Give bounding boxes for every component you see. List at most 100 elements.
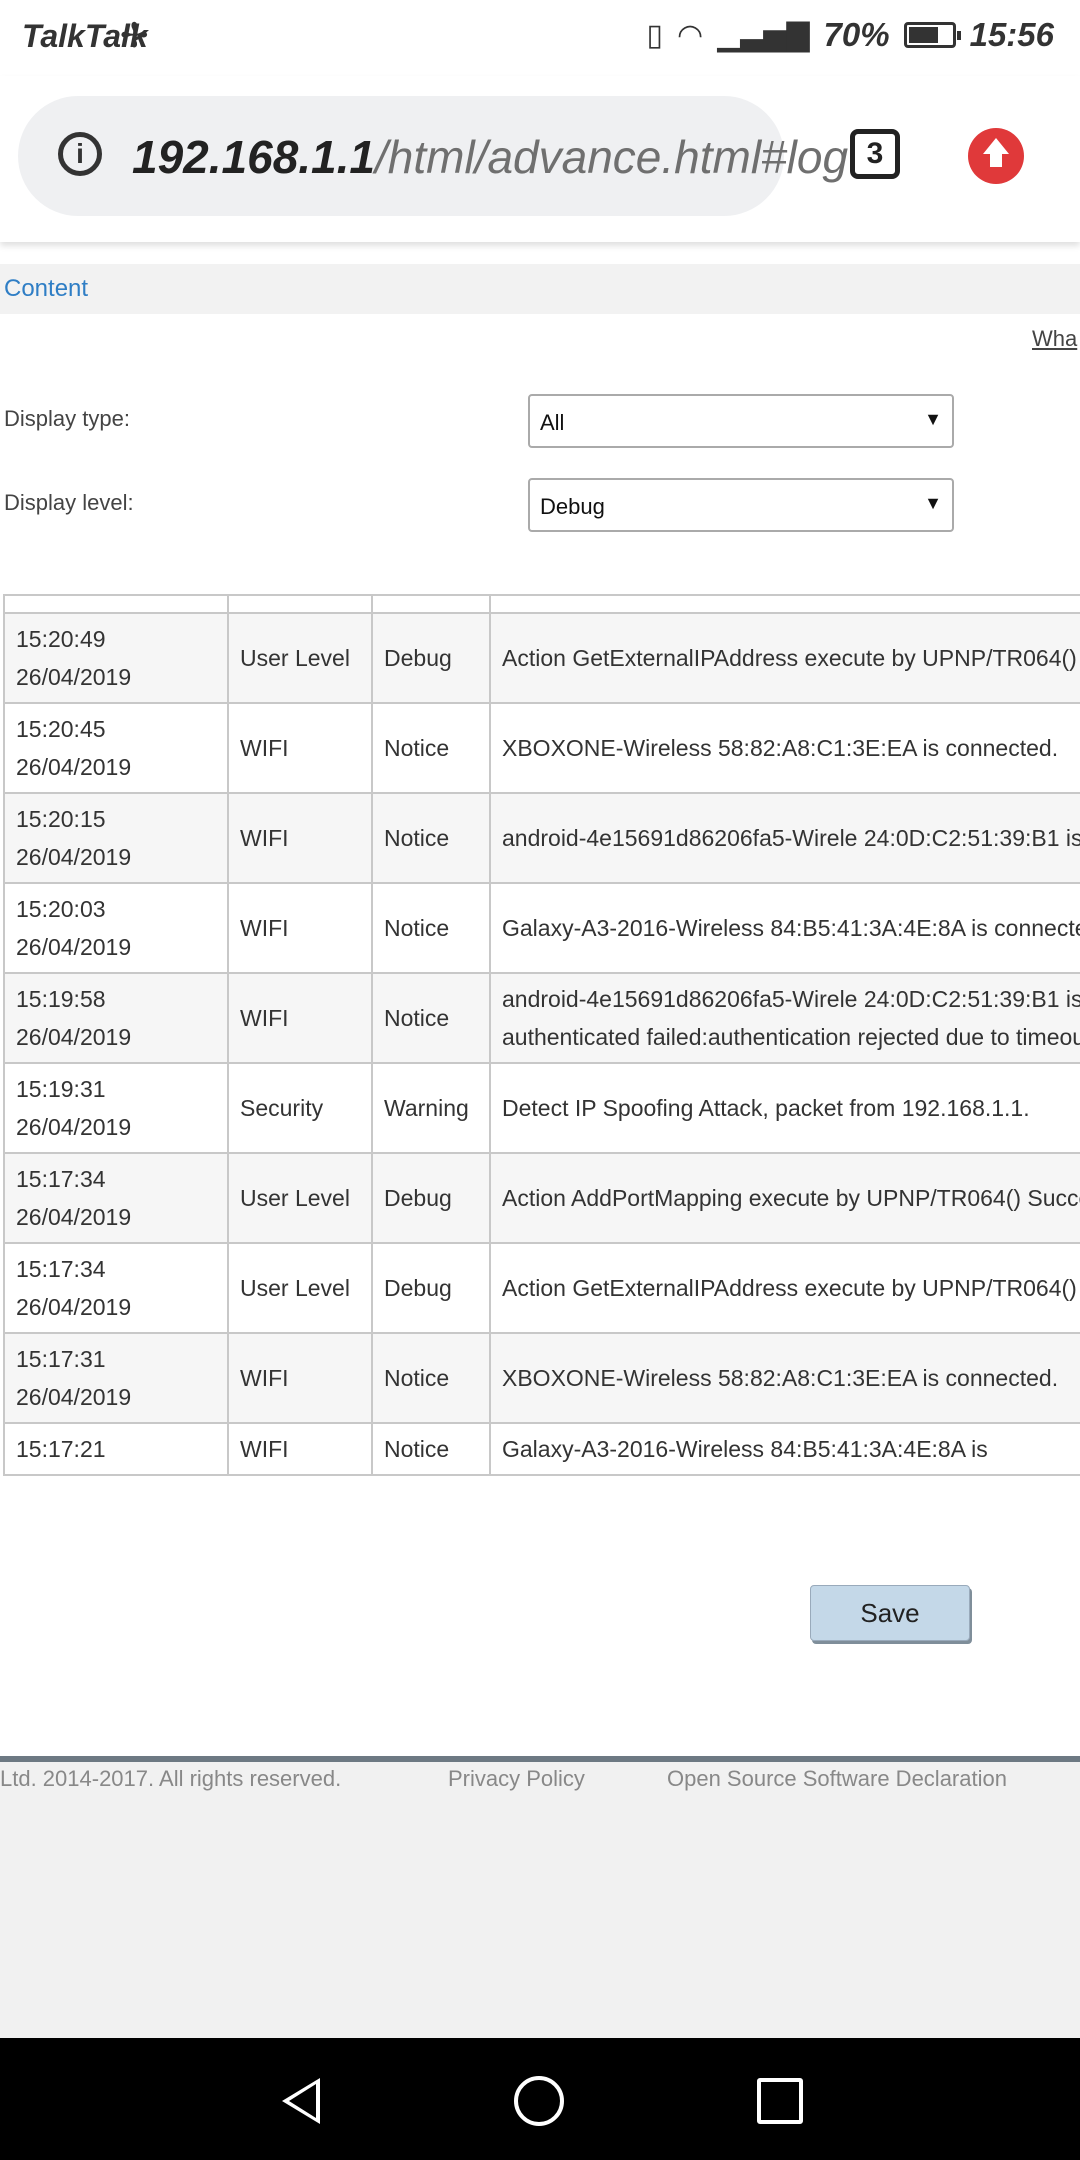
- log-type: WIFI: [227, 972, 373, 1064]
- log-row: 15:17:34 26/04/2019 User Level Debug Action …: [3, 1242, 1080, 1334]
- display-level-select[interactable]: Debug ▼: [528, 478, 954, 532]
- save-button[interactable]: Save: [810, 1585, 970, 1641]
- log-type: WIFI: [227, 1422, 373, 1476]
- wifi-icon: ◠: [677, 18, 704, 52]
- log-row: 15:20:15 26/04/2019 WIFI Notice android-4e15…: [3, 792, 1080, 884]
- log-level: Notice: [371, 882, 491, 974]
- log-type: User Level: [227, 612, 373, 704]
- log-time: 15:20:49: [16, 626, 106, 652]
- log-type: Security: [227, 1062, 373, 1154]
- url-host: 192.168.1.1: [132, 131, 376, 183]
- log-time: 15:20:15: [16, 806, 106, 832]
- log-row: 15:20:45 26/04/2019 WIFI Notice XBOXONE-Wire…: [3, 702, 1080, 794]
- footer: [0, 1762, 1080, 2038]
- log-type: WIFI: [227, 882, 373, 974]
- log-row: 15:20:49 26/04/2019 User Level Debug Action …: [3, 612, 1080, 704]
- battery-percent: 70%: [823, 16, 890, 53]
- log-message: android-4e15691d86206fa5-Wirele 24:0D:C2…: [489, 972, 1080, 1064]
- log-level: Notice: [371, 1422, 491, 1476]
- log-type: WIFI: [227, 792, 373, 884]
- back-icon-inner: [289, 2084, 316, 2118]
- log-type: User Level: [227, 1152, 373, 1244]
- log-timestamp: 15:17:34 26/04/2019: [3, 1152, 229, 1244]
- log-level: Warning: [371, 1062, 491, 1154]
- log-type: User Level: [227, 1242, 373, 1334]
- log-level: Notice: [371, 972, 491, 1064]
- log-type: WIFI: [227, 702, 373, 794]
- url-text[interactable]: 192.168.1.1/html/advance.html#log: [132, 130, 848, 184]
- url-path: /html/advance.html#log: [375, 131, 849, 183]
- display-type-select[interactable]: All ▼: [528, 394, 954, 448]
- display-level-value: Debug: [540, 494, 605, 519]
- log-level: Debug: [371, 612, 491, 704]
- clock: 15:56: [969, 16, 1054, 53]
- log-date: 26/04/2019: [16, 1204, 132, 1230]
- log-date: 26/04/2019: [16, 1294, 132, 1320]
- signal-icon: ▁▃▅▇: [717, 18, 810, 52]
- log-message: Galaxy-A3-2016-Wireless 84:B5:41:3A:4E:8…: [489, 882, 1080, 974]
- display-type-value: All: [540, 410, 565, 435]
- log-time: 15:19:58: [16, 986, 106, 1012]
- log-row: 15:17:31 26/04/2019 WIFI Notice XBOXONE-Wire…: [3, 1332, 1080, 1424]
- open-source-link[interactable]: Open Source Software Declaration: [667, 1766, 1007, 1792]
- pinwheel-icon: ✢: [120, 17, 149, 55]
- log-date: 26/04/2019: [16, 1384, 132, 1410]
- log-time: 15:20:03: [16, 896, 106, 922]
- log-row: 15:20:03 26/04/2019 WIFI Notice Galaxy-A3-20…: [3, 882, 1080, 974]
- log-timestamp: 15:20:15 26/04/2019: [3, 792, 229, 884]
- log-row: 15:19:31 26/04/2019 Security Warning Detect …: [3, 1062, 1080, 1154]
- content-nav-bar: Content: [0, 264, 1080, 314]
- log-row: 15:19:58 26/04/2019 WIFI Notice android-4e15…: [3, 972, 1080, 1064]
- log-level: Notice: [371, 702, 491, 794]
- battery-level: [908, 27, 938, 43]
- log-message: Detect IP Spoofing Attack, packet from 1…: [489, 1062, 1080, 1154]
- privacy-policy-link[interactable]: Privacy Policy: [448, 1766, 585, 1792]
- log-level: Debug: [371, 1152, 491, 1244]
- log-timestamp: 15:17:21: [3, 1422, 229, 1476]
- tab-switcher-button[interactable]: 3: [850, 129, 900, 179]
- info-icon[interactable]: i: [58, 132, 102, 176]
- log-timestamp: 15:20:03 26/04/2019: [3, 882, 229, 974]
- log-level: Notice: [371, 792, 491, 884]
- content-link[interactable]: Content: [4, 275, 88, 303]
- log-time: 15:17:21: [16, 1436, 106, 1462]
- log-message: Action GetExternalIPAddress execute by U…: [489, 1242, 1080, 1334]
- log-level: Debug: [371, 1242, 491, 1334]
- log-table-scroll[interactable]: 15:20:49 26/04/2019 User Level Debug Action …: [0, 594, 1080, 1544]
- log-type: WIFI: [227, 1332, 373, 1424]
- update-arrow-icon[interactable]: [968, 128, 1024, 184]
- log-time: 15:17:34: [16, 1256, 106, 1282]
- browser-toolbar: i 192.168.1.1/html/advance.html#log 3: [0, 76, 1080, 242]
- chevron-down-icon: ▼: [924, 493, 942, 513]
- status-icons: ▯ ◠ ▁▃▅▇ 70% 15:56: [647, 16, 1054, 54]
- log-time: 15:17:34: [16, 1166, 106, 1192]
- log-date: 26/04/2019: [16, 934, 132, 960]
- log-message: XBOXONE-Wireless 58:82:A8:C1:3E:EA is co…: [489, 702, 1080, 794]
- log-message: Galaxy-A3-2016-Wireless 84:B5:41:3A:4E:8…: [489, 1422, 1080, 1476]
- status-bar: TalkTalk ✢ ▯ ◠ ▁▃▅▇ 70% 15:56: [0, 0, 1080, 76]
- log-time: 15:17:31: [16, 1346, 106, 1372]
- log-date: 26/04/2019: [16, 1114, 132, 1140]
- log-date: 26/04/2019: [16, 844, 132, 870]
- log-timestamp: 15:20:45 26/04/2019: [3, 702, 229, 794]
- help-link[interactable]: Wha: [1032, 326, 1077, 352]
- log-timestamp: 15:17:31 26/04/2019: [3, 1332, 229, 1424]
- log-timestamp: 15:19:31 26/04/2019: [3, 1062, 229, 1154]
- log-time: 15:20:45: [16, 716, 106, 742]
- battery-icon: [903, 22, 961, 48]
- log-message: Action GetExternalIPAddress execute by U…: [489, 612, 1080, 704]
- address-bar[interactable]: i 192.168.1.1/html/advance.html#log: [18, 96, 848, 216]
- log-date: 26/04/2019: [16, 1024, 132, 1050]
- copyright-text: Ltd. 2014-2017. All rights reserved.: [0, 1766, 342, 1791]
- log-message: android-4e15691d86206fa5-Wirele 24:0D:C2…: [489, 792, 1080, 884]
- log-table: 15:20:49 26/04/2019 User Level Debug Action …: [3, 594, 1080, 1476]
- log-timestamp: 15:17:34 26/04/2019: [3, 1242, 229, 1334]
- display-type-label: Display type:: [4, 406, 130, 431]
- log-date: 26/04/2019: [16, 754, 132, 780]
- recents-icon[interactable]: [757, 2078, 803, 2124]
- log-timestamp: 15:19:58 26/04/2019: [3, 972, 229, 1064]
- home-icon[interactable]: [514, 2076, 564, 2126]
- log-time: 15:19:31: [16, 1076, 106, 1102]
- log-date: 26/04/2019: [16, 664, 132, 690]
- log-timestamp: 15:20:49 26/04/2019: [3, 612, 229, 704]
